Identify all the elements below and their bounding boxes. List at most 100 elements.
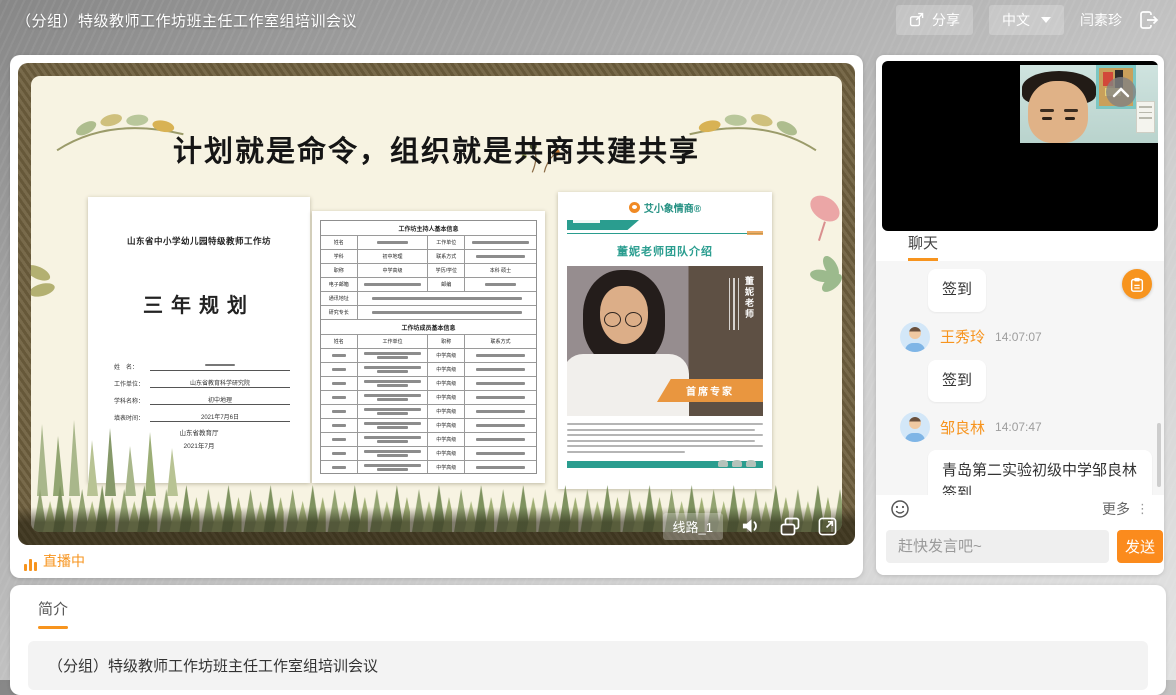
member-row: 中学高级 (321, 433, 536, 447)
intro-text: （分组）特级教师工作坊班主任工作室组培训会议 (28, 641, 1148, 690)
member-row: 中学高级 (321, 349, 536, 363)
member-section-title: 工作坊成员基本信息 (321, 320, 536, 334)
member-row: 中学高级 (321, 377, 536, 391)
live-bars-icon (24, 558, 37, 571)
more-dots-icon: ⋮ (1136, 501, 1150, 517)
pip-button[interactable] (780, 517, 800, 536)
tab-intro[interactable]: 简介 (38, 598, 68, 629)
share-button[interactable]: 分享 (896, 5, 973, 35)
more-button[interactable]: 更多 ⋮ (1102, 499, 1150, 519)
live-status: 直播中 (24, 551, 85, 571)
chat-toolbar: 更多 ⋮ (876, 495, 1164, 523)
share-icon (909, 12, 925, 28)
plan-footer: 山东省教育厅 2021年7月 (88, 427, 310, 453)
poster-banner: 首席专家 (657, 379, 763, 402)
chat-message: 邹良林 14:07:47 青岛第二实验初级中学邹良林签到 (888, 412, 1152, 495)
member-row: 中学高级 (321, 419, 536, 433)
emoji-icon (890, 499, 910, 519)
avatar (900, 322, 930, 352)
logout-icon (1138, 9, 1160, 31)
fullscreen-icon (818, 517, 837, 536)
logout-button[interactable] (1138, 9, 1160, 31)
message-time: 14:07:47 (995, 420, 1042, 434)
intro-section: 简介 （分组）特级教师工作坊班主任工作室组培训会议 (10, 585, 1166, 695)
side-panel: 聊天 签到 王秀玲 14:07:07 签到 (876, 55, 1164, 575)
member-row: 中学高级 (321, 447, 536, 461)
elephant-decoration (718, 460, 756, 467)
tab-underline (38, 626, 68, 629)
poster-vertical-name: 董妮老师 (743, 276, 756, 320)
poster-ribbon (567, 220, 639, 230)
webcam-feed (1020, 65, 1158, 143)
language-label: 中文 (1002, 10, 1030, 30)
plan-field-row: 学科名称： 初中地理 (114, 395, 290, 405)
plan-field-row: 填表时间： 2021年7月6日 (114, 412, 290, 422)
message-time: 14:07:07 (995, 330, 1042, 344)
language-selector[interactable]: 中文 (989, 5, 1064, 35)
tab-chat[interactable]: 聊天 (876, 231, 1164, 261)
poster-title: 董妮老师团队介绍 (567, 243, 763, 259)
chevron-down-icon (1041, 17, 1051, 23)
host-section-title: 工作坊主持人基本信息 (321, 221, 536, 235)
poster-paragraph (567, 423, 763, 453)
username: 闫素珍 (1080, 10, 1122, 30)
wall-calendar (1136, 101, 1155, 133)
member-row: 中学高级 (321, 405, 536, 419)
message-bubble: 签到 (928, 269, 986, 312)
pip-icon (780, 517, 800, 536)
video-player[interactable]: 计划就是命令，组织就是共商共建共享 山东省中小学幼儿园特级教师工作坊 三年规划 … (18, 63, 855, 545)
poster-document: 艾小象情商® 董妮老师团队介绍 董妮老师 首席专家 (558, 192, 772, 489)
poster-photo: 董妮老师 首席专家 (567, 266, 763, 416)
fullscreen-button[interactable] (818, 517, 837, 536)
top-bar: （分组）特级教师工作坊班主任工作室组培训会议 分享 中文 闫素珍 (0, 0, 1176, 40)
clipboard-icon (1129, 276, 1145, 293)
send-button[interactable]: 发送 (1117, 530, 1163, 563)
chat-message: 王秀玲 14:07:07 签到 (888, 322, 1152, 403)
check-in-button[interactable] (1122, 269, 1152, 299)
avatar (900, 412, 930, 442)
chevron-up-icon (1112, 86, 1130, 98)
page-title: （分组）特级教师工作坊班主任工作室组培训会议 (16, 10, 357, 31)
share-label: 分享 (932, 10, 960, 30)
plan-footer-date: 2021年7月 (88, 440, 310, 453)
chat-scrollbar[interactable] (1157, 423, 1161, 487)
presenter-face (1028, 81, 1088, 143)
emoji-button[interactable] (890, 499, 910, 519)
chat-input[interactable] (886, 530, 1109, 563)
member-row: 中学高级 (321, 461, 536, 474)
live-label: 直播中 (43, 551, 85, 571)
plan-field-row: 姓 名： (114, 362, 290, 371)
plan-fields: 姓 名： 工作单位： 山东省教育科学研究院 学科名称： 初中地理 (114, 362, 290, 422)
plan-org-title: 山东省中小学幼儿园特级教师工作坊 (88, 235, 310, 247)
info-table: 工作坊主持人基本信息 姓名 工作单位 学科 初中地理 联系方式 职称 (320, 220, 537, 474)
poster-divider (567, 233, 763, 234)
top-bar-actions: 分享 中文 闫素珍 (896, 5, 1160, 35)
plan-main-title: 三年规划 (88, 289, 310, 318)
elephant-logo-icon (629, 202, 640, 213)
sender-name: 王秀玲 (940, 326, 985, 347)
info-table-document: 工作坊主持人基本信息 姓名 工作单位 学科 初中地理 联系方式 职称 (312, 211, 545, 483)
plan-document: 山东省中小学幼儿园特级教师工作坊 三年规划 姓 名： 工作单位： 山东省教育科学… (88, 197, 310, 483)
member-row: 中学高级 (321, 363, 536, 377)
player-card: 计划就是命令，组织就是共商共建共享 山东省中小学幼儿园特级教师工作坊 三年规划 … (10, 55, 863, 578)
sender-name: 邹良林 (940, 417, 985, 438)
player-controls: 线路_1 (18, 507, 855, 545)
chat-message-list[interactable]: 签到 王秀玲 14:07:07 签到 邹良林 14:07:47 青岛第二实验初级… (876, 261, 1164, 495)
chat-input-row: 发送 (876, 523, 1164, 575)
poster-brand: 艾小象情商® (567, 200, 763, 215)
member-rows: 中学高级 中学高级 (321, 349, 536, 474)
plan-footer-org: 山东省教育厅 (88, 427, 310, 440)
line-select-button[interactable]: 线路_1 (663, 513, 723, 540)
chat-message: 签到 (888, 269, 1152, 312)
chat-message-header: 邹良林 14:07:47 (888, 412, 1152, 442)
volume-button[interactable] (741, 517, 762, 535)
message-bubble: 签到 (928, 360, 986, 403)
volume-icon (741, 517, 762, 535)
slide-headline: 计划就是命令，组织就是共商共建共享 (31, 128, 842, 170)
presentation-slide: 计划就是命令，组织就是共商共建共享 山东省中小学幼儿园特级教师工作坊 三年规划 … (31, 76, 842, 532)
chat-message-header: 王秀玲 14:07:07 (888, 322, 1152, 352)
presenter-video[interactable] (882, 61, 1158, 231)
plan-field-row: 工作单位： 山东省教育科学研究院 (114, 378, 290, 388)
collapse-button[interactable] (1106, 77, 1136, 107)
member-row: 中学高级 (321, 391, 536, 405)
